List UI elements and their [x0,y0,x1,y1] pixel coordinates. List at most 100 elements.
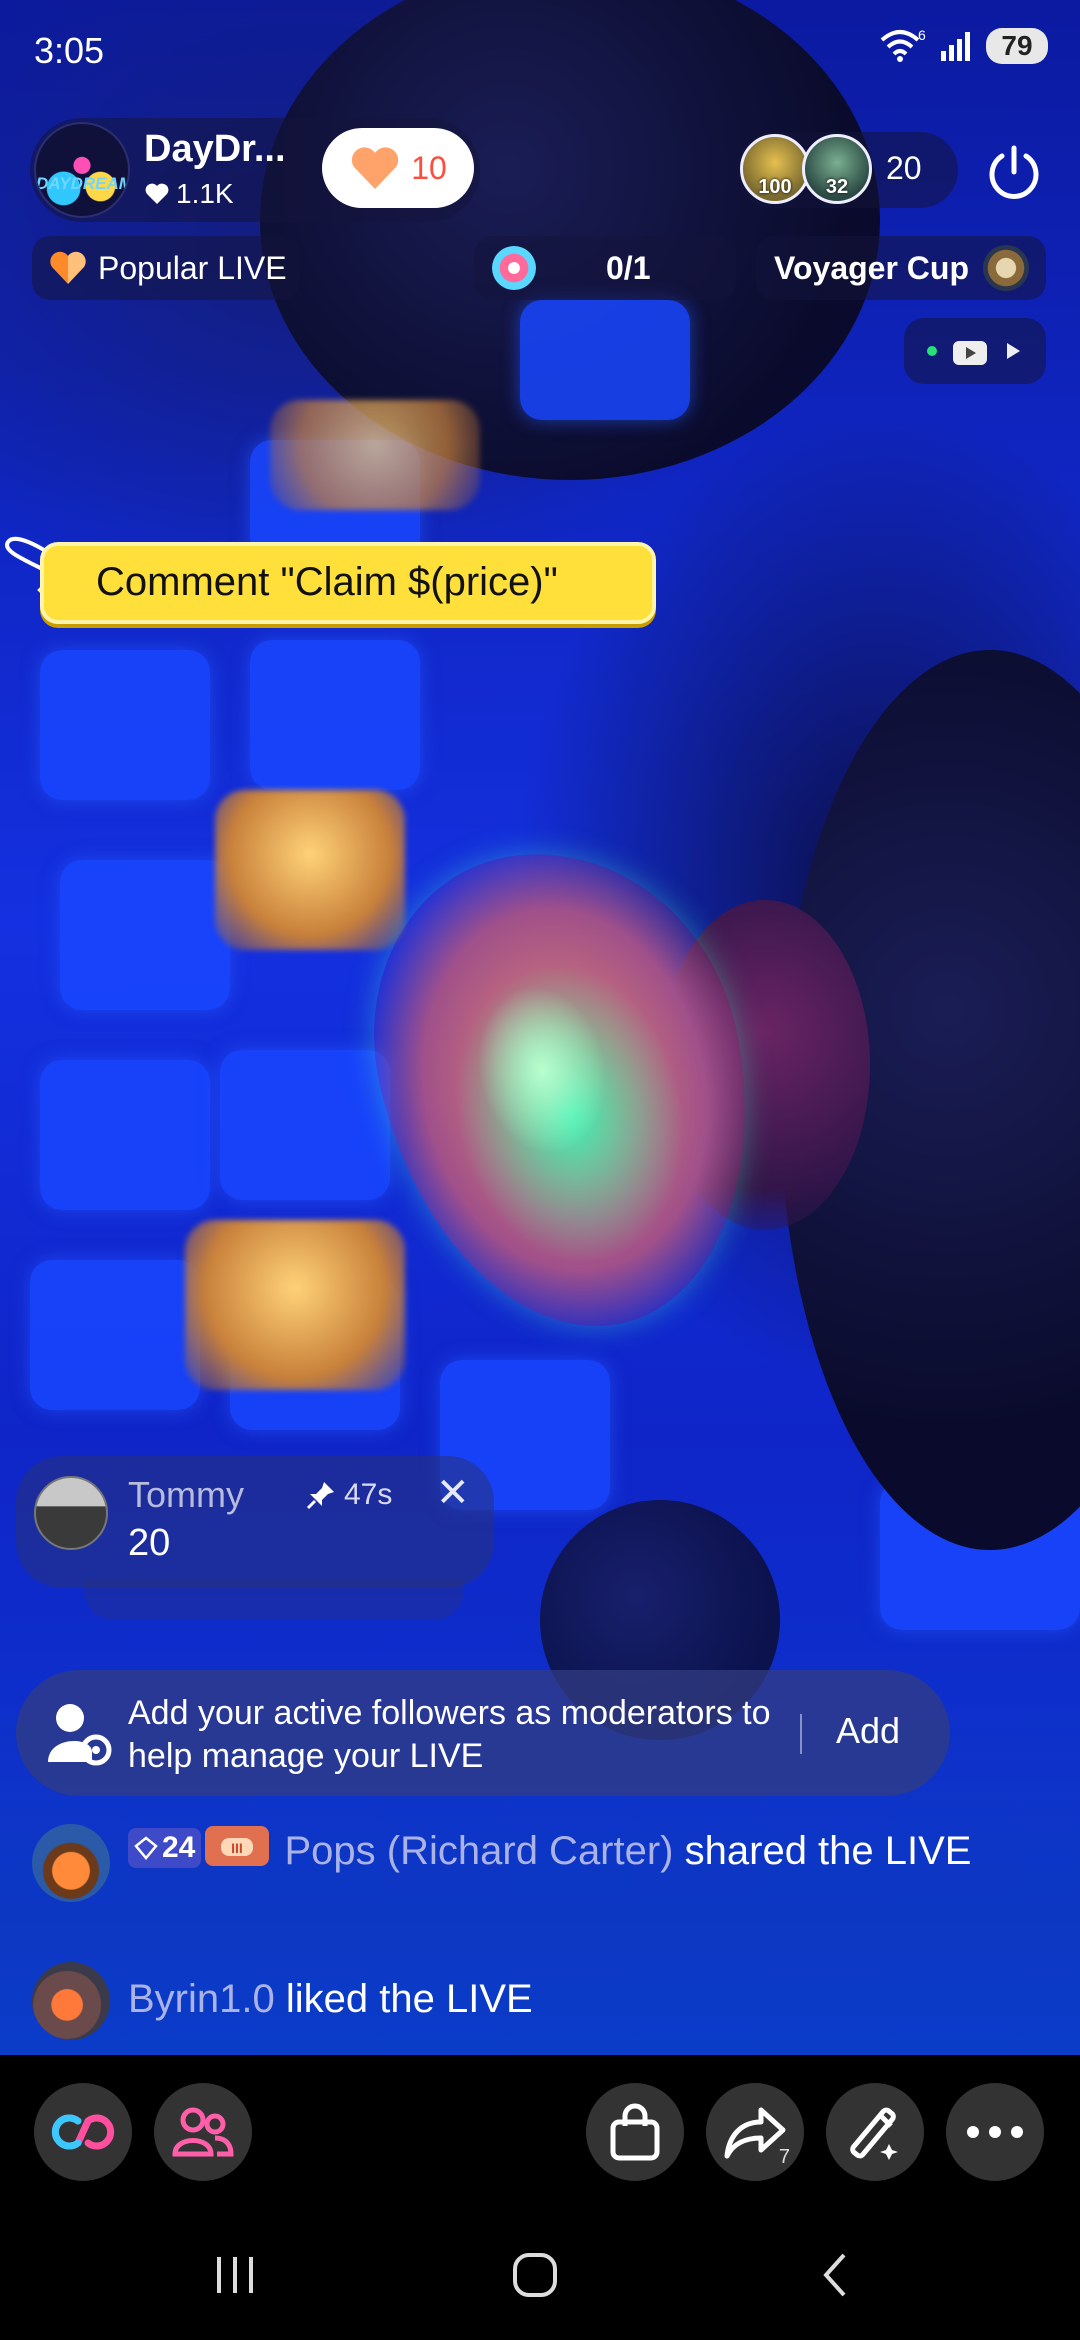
home-icon [513,2253,557,2297]
coral-frag [215,790,405,950]
unpin-close-icon[interactable]: ✕ [436,1470,470,1516]
follow-count: 10 [411,149,447,186]
coral-frag [270,400,480,510]
voyager-cup-chip[interactable]: Voyager Cup [756,236,1046,300]
grid-tile [40,650,210,800]
popular-heart-icon [50,251,86,284]
system-nav-bar [0,2205,1080,2340]
host-avatar-logo-text: DAYDREAM [36,174,130,193]
top-viewer-avatar[interactable]: 32 [802,134,872,204]
feed-username[interactable]: Pops (Richard Carter) [285,1829,674,1873]
battery-indicator: 79 [986,28,1048,64]
status-time: 3:05 [34,30,105,71]
feed-text: Byrin1.0 liked the LIVE [128,1974,1048,2024]
gift-orb-icon [492,246,536,290]
pinned-comment-text: 20 [128,1522,171,1564]
pin-icon [306,1482,334,1510]
shop-bag-icon [610,2103,660,2161]
commenter-name: Tommy [128,1474,244,1515]
follow-button[interactable]: 10 [322,128,474,208]
viewer-rank: 32 [825,176,849,198]
feed-text: 24 III Pops (Richard Carter) shared the … [128,1826,1048,1876]
claim-banner-text: Comment "Claim $(price)" [96,560,558,604]
level-badge: 24 [128,1828,202,1868]
feed-item: Byrin1.0 liked the LIVE [32,1962,1052,2042]
add-moderators-button[interactable]: Add [836,1710,900,1752]
grid-tile [30,1260,200,1410]
divider [800,1714,802,1754]
recent-apps-icon [217,2257,253,2293]
level-value: 24 [162,1831,196,1864]
wifi-badge: 6 [918,28,926,43]
feed-item: 24 III Pops (Richard Carter) shared the … [32,1824,1052,1934]
recent-apps-button[interactable] [200,2245,270,2305]
pinned-comment[interactable]: Tommy 47s ✕ 20 [16,1456,494,1588]
moderator-tip-text: Add your active followers as moderators … [128,1694,771,1775]
gift-goal-chip[interactable]: 0/1 [474,236,736,300]
host-name: DayDr... [144,128,286,170]
play-arrow-icon [1007,343,1020,359]
viewer-count: 20 [886,150,922,186]
feed-avatar[interactable] [32,1824,110,1902]
host-avatar[interactable]: DAYDREAM [34,122,130,218]
pin-info: 47s [306,1478,392,1512]
grid-tile [250,640,420,790]
back-icon [823,2253,846,2297]
heart-icon [145,183,169,204]
video-icon [953,341,987,365]
more-icon [967,2126,1023,2138]
magic-wand-icon [850,2107,898,2160]
feed-action: liked the LIVE [274,1977,533,2021]
feed-username[interactable]: Byrin1.0 [128,1977,275,2021]
grid-tile [40,1060,210,1210]
share-button[interactable]: 7 [706,2083,804,2181]
feed-avatar[interactable] [32,1962,110,2040]
co-host-icon [172,2107,234,2157]
power-icon [989,145,1039,199]
more-button[interactable] [946,2083,1044,2181]
fan-club-icon: III [221,1838,254,1856]
share-count: 7 [778,2146,790,2168]
svg-text:III: III [232,1840,244,1856]
popular-live-label: Popular LIVE [98,249,287,286]
host-likes: 1.1K [144,178,234,210]
viewer-rank: 100 [758,176,792,198]
wifi-icon: 6 [880,28,926,62]
compass-icon [983,245,1029,291]
coral-frag [185,1220,405,1390]
live-preview-control[interactable] [904,318,1046,384]
signal-icon [941,32,970,61]
pin-time: 47s [344,1478,393,1511]
green-coral [339,817,791,1363]
status-icons: 6 79 [878,28,1048,64]
host-likes-count: 1.1K [176,178,234,209]
gift-goal-progress: 0/1 [606,250,651,286]
status-bar: 3:05 6 79 [0,0,1080,100]
orange-heart-icon [352,147,399,189]
link-button[interactable] [34,2083,132,2181]
link-icon [51,2114,115,2150]
grid-tile [60,860,230,1010]
home-button[interactable] [500,2245,570,2305]
popular-live-chip[interactable]: Popular LIVE [32,236,300,300]
fan-club-badge: III [205,1826,270,1866]
grid-tile [520,300,690,420]
grid-tile [220,1050,390,1200]
effects-button[interactable] [826,2083,924,2181]
co-host-button[interactable] [154,2083,252,2181]
commenter-avatar[interactable] [34,1476,108,1550]
claim-banner: Comment "Claim $(price)" [0,524,662,634]
back-button[interactable] [800,2245,870,2305]
voyager-cup-label: Voyager Cup [774,249,969,286]
moderator-settings-icon [48,1704,112,1766]
action-bar: 7 [0,2055,1080,2205]
shop-button[interactable] [586,2083,684,2181]
share-icon [724,2107,786,2159]
top-viewers[interactable]: 100 32 20 [736,132,958,208]
feed-action: shared the LIVE [673,1829,972,1873]
end-live-button[interactable] [984,142,1044,202]
live-dot-icon [927,346,937,356]
top-viewer-avatar[interactable]: 100 [740,134,810,204]
diamond-icon [134,1836,158,1860]
moderator-tip: Add your active followers as moderators … [16,1670,950,1796]
